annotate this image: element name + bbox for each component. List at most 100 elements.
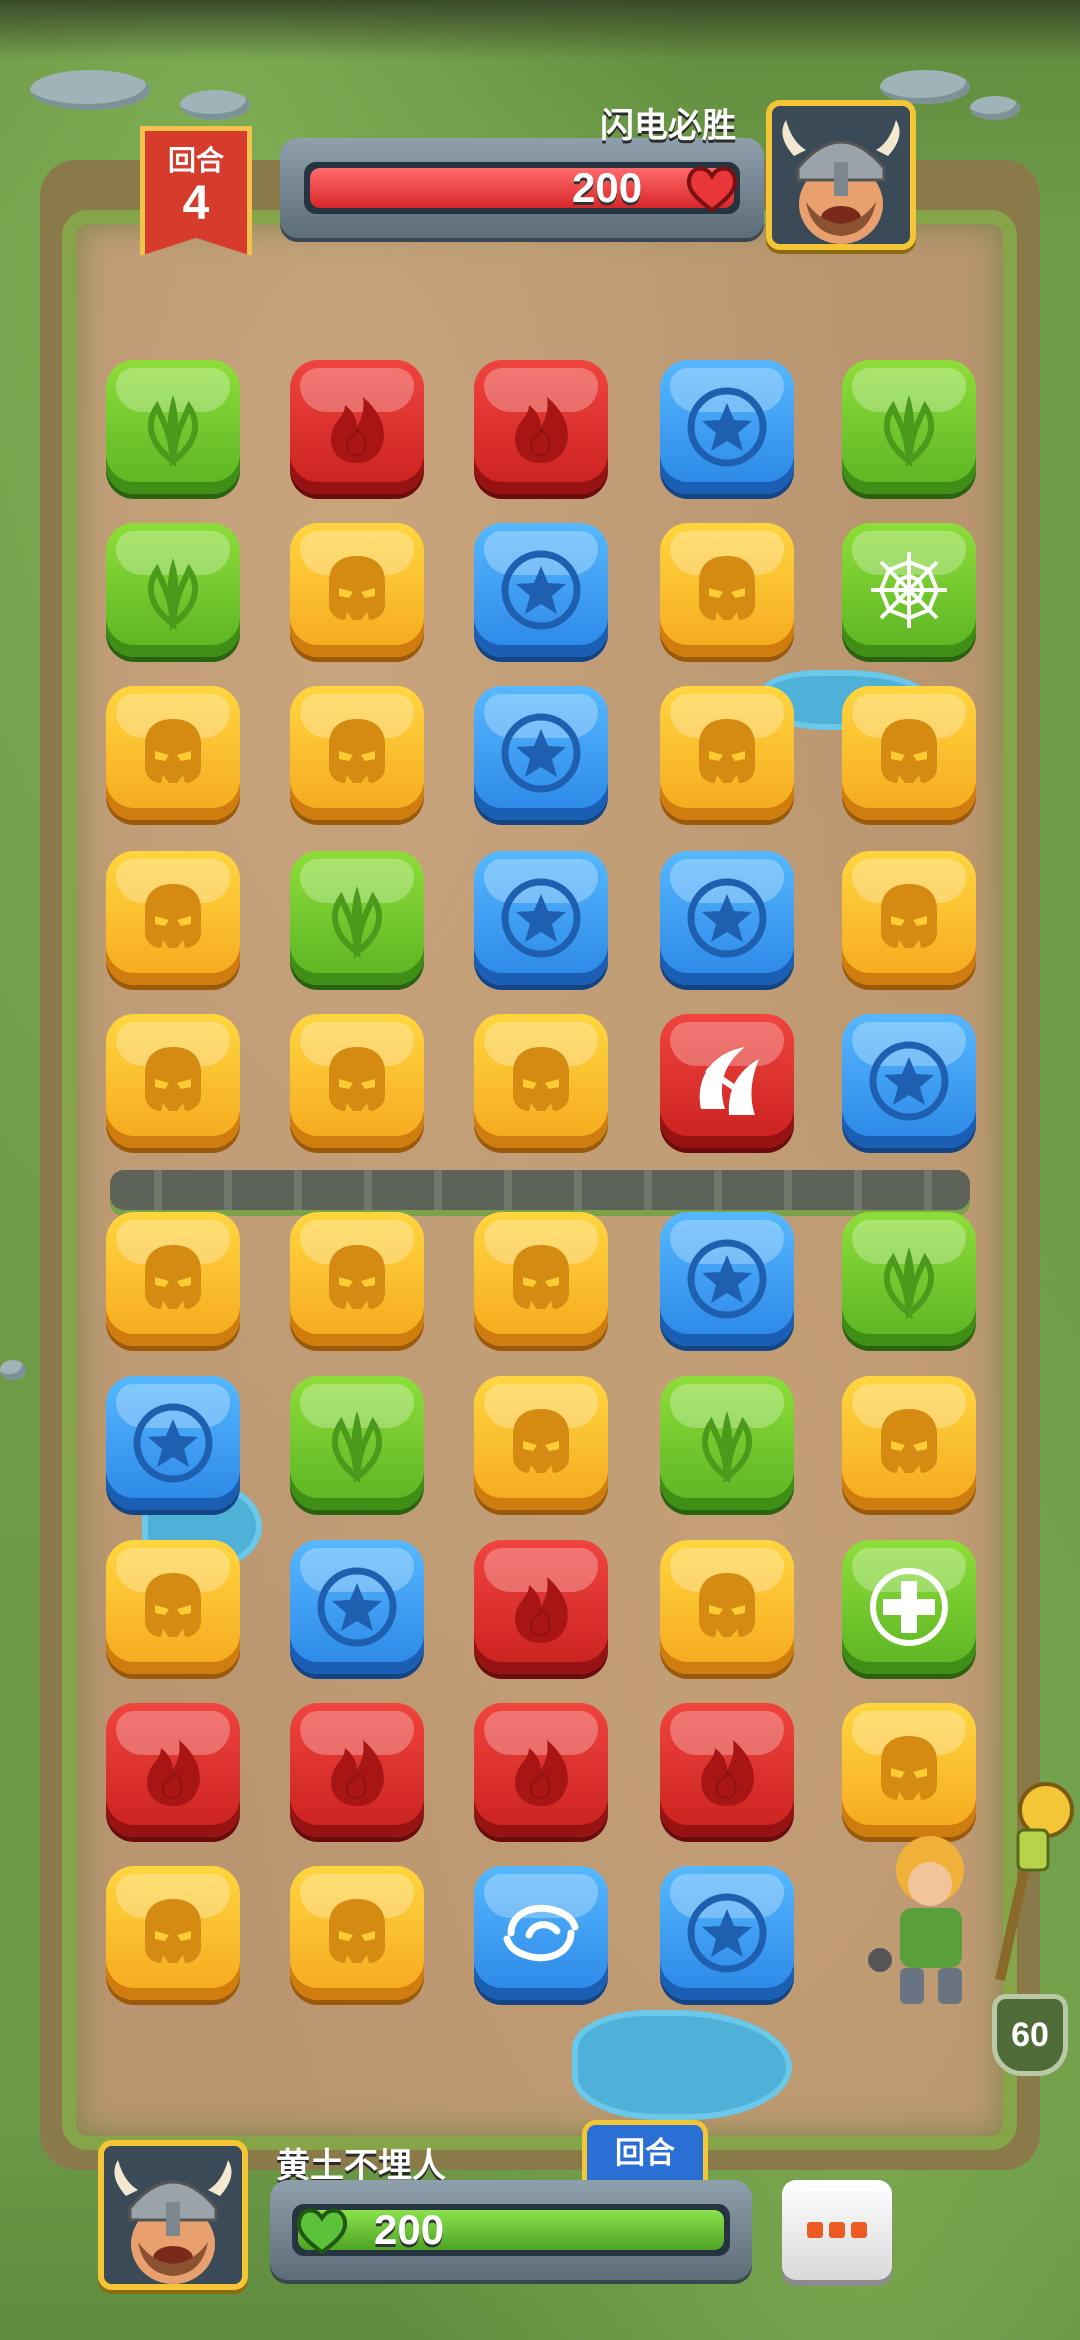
skull-icon (145, 1047, 201, 1111)
viking-avatar-icon (772, 106, 910, 244)
hero-level-badge: 60 (992, 1994, 1068, 2076)
skull-icon (699, 719, 755, 783)
gem-tile[interactable] (106, 1014, 240, 1148)
gem-tile[interactable] (290, 1703, 424, 1837)
opponent-hp-value: 200 (572, 164, 643, 211)
gem-tile[interactable] (290, 1866, 424, 2000)
gem-tile[interactable] (660, 851, 794, 985)
skull-icon (329, 1245, 385, 1309)
star-icon (133, 1403, 213, 1483)
gem-tile[interactable] (106, 686, 240, 820)
star-icon (869, 1041, 949, 1121)
player-hp-fill (298, 2210, 724, 2250)
player-avatar[interactable] (98, 2140, 248, 2290)
gem-tile[interactable] (660, 1703, 794, 1837)
whirlwind-icon (503, 1904, 579, 1962)
gem-tile[interactable] (474, 360, 608, 494)
leaf-icon (331, 1411, 383, 1484)
skull-icon (329, 719, 385, 783)
gem-tile[interactable] (660, 360, 794, 494)
skull-icon (145, 884, 201, 948)
turn-indicator: 回合 (582, 2120, 708, 2182)
skull-icon (513, 1245, 569, 1309)
gem-tile[interactable] (106, 1866, 240, 2000)
skull-icon (145, 1899, 201, 1963)
star-icon (501, 878, 581, 958)
dot-icon (807, 2222, 823, 2238)
gem-tile[interactable] (290, 523, 424, 657)
star-icon (687, 1893, 767, 1973)
gem-tile[interactable] (660, 1376, 794, 1510)
gem-tile[interactable] (842, 1212, 976, 1346)
skull-icon (699, 1573, 755, 1637)
slash-icon (699, 1047, 759, 1115)
gem-tile[interactable] (474, 1703, 608, 1837)
player-hp-value: 200 (374, 2206, 445, 2253)
leaf-icon (883, 395, 935, 468)
gem-tile[interactable] (290, 360, 424, 494)
gem-tile[interactable] (106, 360, 240, 494)
star-icon (317, 1567, 397, 1647)
skull-icon (329, 1899, 385, 1963)
gem-tile[interactable] (842, 523, 976, 657)
hero-character[interactable] (850, 1780, 1080, 2020)
leaf-icon (331, 886, 383, 959)
gem-tile[interactable] (474, 1212, 608, 1346)
gem-tile[interactable] (842, 686, 976, 820)
gem-tile[interactable] (842, 360, 976, 494)
more-options-button[interactable] (782, 2180, 892, 2280)
fire-icon (515, 1577, 568, 1643)
gem-tile[interactable] (660, 523, 794, 657)
gem-tile[interactable] (106, 1703, 240, 1837)
skull-icon (699, 556, 755, 620)
gem-tile[interactable] (106, 1376, 240, 1510)
viking-avatar-icon (104, 2146, 242, 2284)
skull-icon (145, 1245, 201, 1309)
fire-icon (331, 397, 384, 463)
gem-tile[interactable] (474, 1540, 608, 1674)
gem-tile[interactable] (474, 1866, 608, 2000)
opponent-hp-bar: 200 (280, 138, 764, 238)
gem-tile[interactable] (474, 1376, 608, 1510)
gem-tile[interactable] (842, 1540, 976, 1674)
star-icon (501, 713, 581, 793)
gem-tile[interactable] (290, 1376, 424, 1510)
gem-tile[interactable] (290, 1540, 424, 1674)
gem-tile[interactable] (290, 1014, 424, 1148)
gem-tile[interactable] (842, 851, 976, 985)
gem-tile[interactable] (660, 686, 794, 820)
fire-icon (331, 1740, 384, 1806)
opponent-name: 闪电必胜 (600, 107, 736, 145)
round-badge: 回合 4 (140, 126, 252, 256)
fire-icon (147, 1740, 200, 1806)
gem-tile[interactable] (106, 1212, 240, 1346)
gem-tile[interactable] (660, 1866, 794, 2000)
skull-icon (881, 1409, 937, 1473)
skull-icon (145, 1573, 201, 1637)
gem-tile[interactable] (474, 1014, 608, 1148)
leaf-icon (147, 558, 199, 631)
skull-icon (881, 719, 937, 783)
gem-tile[interactable] (474, 523, 608, 657)
gem-tile[interactable] (474, 686, 608, 820)
gem-tile[interactable] (290, 686, 424, 820)
gem-tile[interactable] (106, 1540, 240, 1674)
gem-tile[interactable] (842, 1014, 976, 1148)
gem-tile[interactable] (474, 851, 608, 985)
heal-cross-icon (870, 1568, 948, 1646)
gem-tile[interactable] (842, 1376, 976, 1510)
spiderweb-icon (871, 552, 947, 628)
skull-icon (145, 719, 201, 783)
leaf-icon (701, 1411, 753, 1484)
skull-icon (329, 556, 385, 620)
gem-tile[interactable] (290, 851, 424, 985)
gem-tile[interactable] (106, 851, 240, 985)
round-label: 回合 (167, 145, 224, 176)
gem-tile[interactable] (106, 523, 240, 657)
skull-icon (513, 1409, 569, 1473)
gem-tile[interactable] (290, 1212, 424, 1346)
opponent-avatar[interactable] (766, 100, 916, 250)
gem-tile[interactable] (660, 1540, 794, 1674)
gem-tile[interactable] (660, 1014, 794, 1148)
gem-tile[interactable] (660, 1212, 794, 1346)
